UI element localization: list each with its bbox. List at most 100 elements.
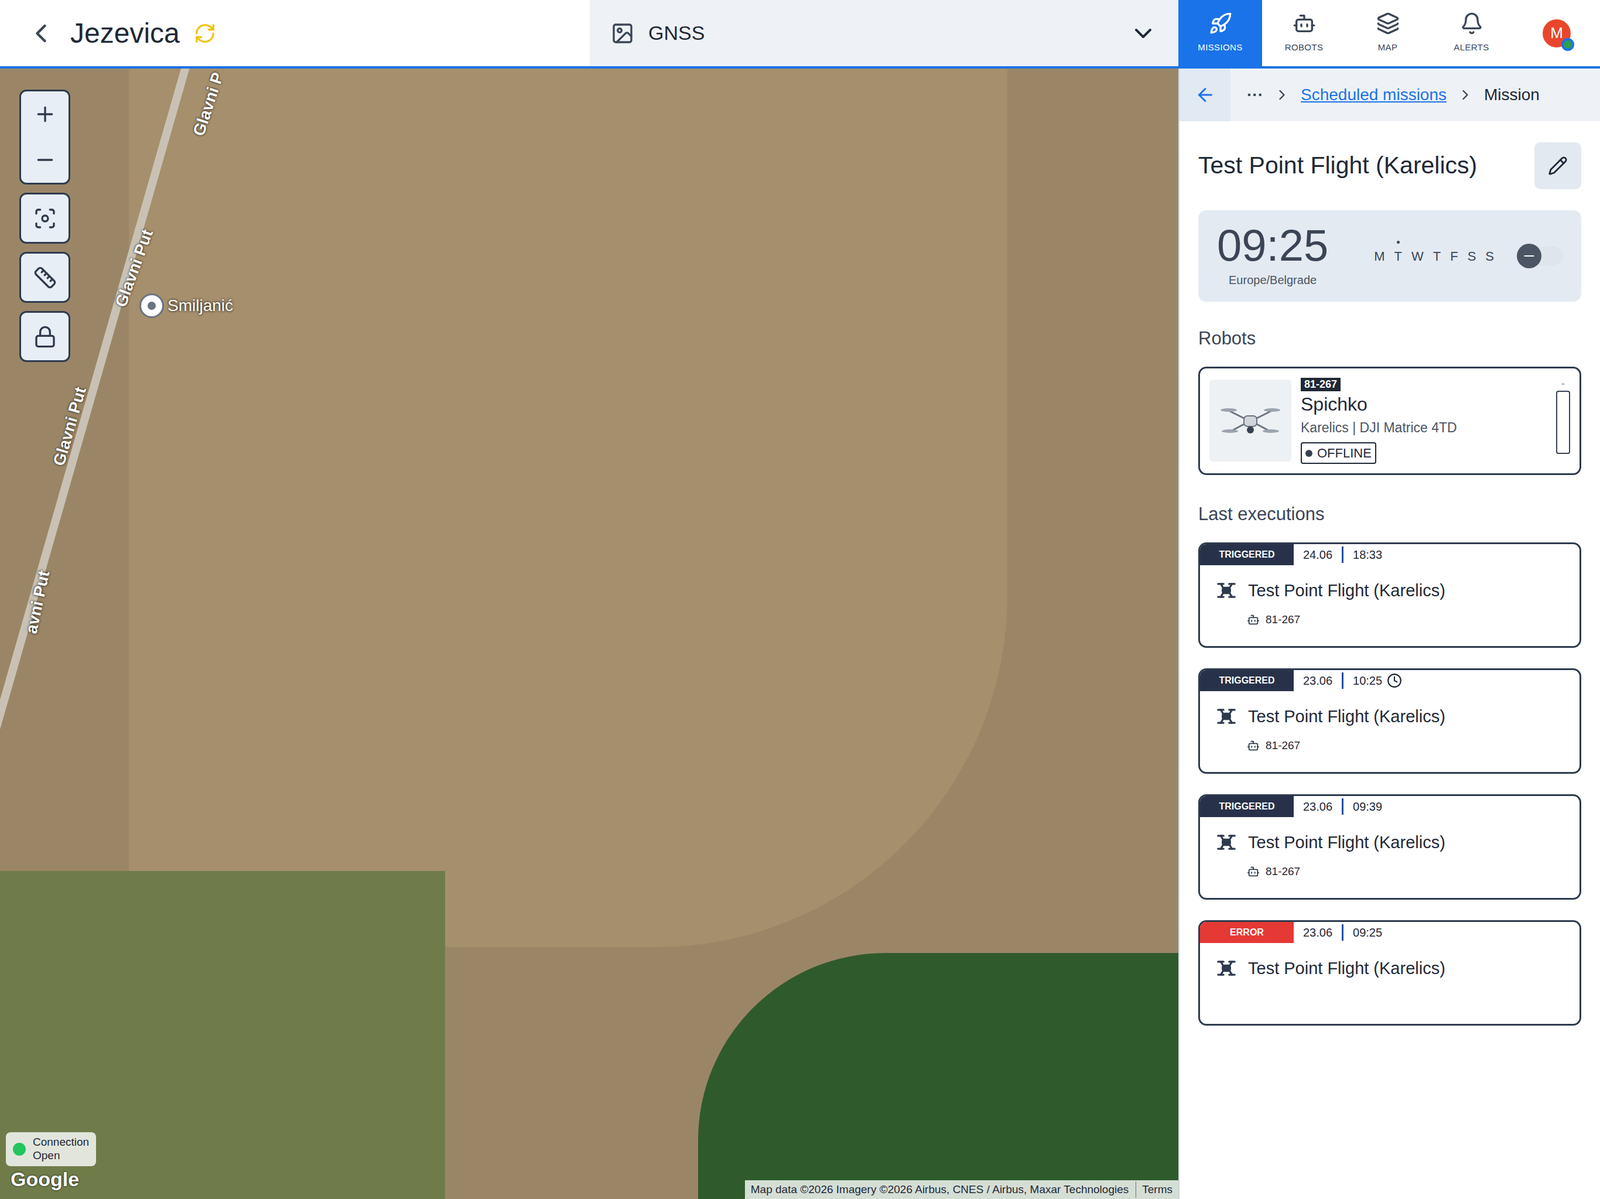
back-icon[interactable] xyxy=(25,18,57,49)
user-avatar[interactable]: M xyxy=(1542,19,1571,48)
nav-item[interactable]: MISSIONS xyxy=(1178,0,1263,67)
schedule-days: MTWTFSS xyxy=(1373,246,1494,266)
execution-title: Test Point Flight (Karelics) xyxy=(1248,955,1446,982)
schedule-time: 09:25 xyxy=(1216,223,1329,268)
chevron-right-icon xyxy=(1457,86,1474,104)
breadcrumb-item[interactable]: Scheduled missions xyxy=(1300,82,1447,108)
execution-date: 23.06 xyxy=(1293,797,1342,816)
execution-title: Test Point Flight (Karelics) xyxy=(1248,578,1446,604)
execution-status: TRIGGERED xyxy=(1200,669,1294,692)
execution-card[interactable]: TRIGGERED23.0610:25Test Point Flight (Ka… xyxy=(1198,668,1582,774)
date-separator xyxy=(1341,798,1344,815)
toggle-knob xyxy=(1516,243,1542,269)
breadcrumb: ··· Scheduled missions Mission xyxy=(1179,68,1600,122)
battery-reading: - xyxy=(1561,378,1565,389)
execution-card[interactable]: ERROR23.0609:25Test Point Flight (Kareli… xyxy=(1198,920,1582,1026)
edit-button[interactable] xyxy=(1534,142,1582,190)
drone-icon xyxy=(1215,831,1238,854)
execution-robot: 81-267 xyxy=(1265,863,1301,881)
schedule-timezone: Europe/Belgrade xyxy=(1228,271,1317,289)
drone-icon xyxy=(1215,956,1238,980)
zoom-in-button[interactable] xyxy=(21,91,69,138)
robot-icon xyxy=(1246,739,1260,752)
day: T xyxy=(1433,246,1441,266)
execution-card[interactable]: TRIGGERED24.0618:33Test Point Flight (Ka… xyxy=(1198,542,1582,648)
site-title: Jezevica xyxy=(70,12,180,55)
robot-details: Karelics | DJI Matrice 4TD xyxy=(1300,417,1458,439)
map-controls xyxy=(19,89,71,362)
execution-status: ERROR xyxy=(1200,921,1294,943)
day: M xyxy=(1373,246,1385,266)
pin-icon xyxy=(139,293,164,319)
zoom-control xyxy=(19,89,71,185)
map-attribution: Map data ©2026 Imagery ©2026 Airbus, CNE… xyxy=(744,1180,1179,1199)
layer-label: GNSS xyxy=(648,18,705,49)
status-dot xyxy=(1305,449,1313,457)
minus-icon xyxy=(33,148,57,172)
map-pin[interactable]: Smiljanić xyxy=(139,293,234,319)
image-icon xyxy=(610,21,635,46)
map-tool-button[interactable] xyxy=(19,192,71,244)
attribution-text: Map data ©2026 Imagery ©2026 Airbus, CNE… xyxy=(750,1181,1130,1199)
site-header: Jezevica GNSS xyxy=(0,0,1179,69)
breadcrumb-more[interactable]: ··· xyxy=(1246,82,1264,108)
sync-icon[interactable] xyxy=(193,22,217,45)
schedule-card: 09:25 Europe/Belgrade MTWTFSS xyxy=(1198,210,1582,302)
map-tool-icon xyxy=(33,325,57,349)
minus-icon xyxy=(1521,248,1537,264)
online-dot xyxy=(1561,38,1575,51)
nav-label: ALERTS xyxy=(1453,40,1489,55)
date-separator xyxy=(1341,924,1344,941)
google-logo: Google xyxy=(10,1164,80,1195)
mission-header: Test Point Flight (Karelics) xyxy=(1198,142,1582,190)
nav-item[interactable]: ROBOTS xyxy=(1262,0,1346,67)
connection-label: Connection xyxy=(32,1135,90,1150)
mission-title: Test Point Flight (Karelics) xyxy=(1198,147,1478,184)
breadcrumb-item: Mission xyxy=(1484,82,1540,108)
arrow-left-icon xyxy=(1194,84,1216,106)
layer-select[interactable]: GNSS xyxy=(589,0,1179,67)
drone-icon xyxy=(1215,705,1238,728)
battery-icon xyxy=(1556,390,1571,454)
main-nav: MISSIONS ROBOTS MAP ALERTS M xyxy=(1178,0,1600,69)
map-tool-button[interactable] xyxy=(19,310,71,362)
map-field xyxy=(128,68,1008,947)
zoom-out-button[interactable] xyxy=(21,137,69,183)
road-label: avni Put xyxy=(19,568,57,636)
terms-link[interactable]: Terms xyxy=(1135,1181,1173,1199)
date-separator xyxy=(1341,672,1344,689)
execution-card[interactable]: TRIGGERED23.0609:39Test Point Flight (Ka… xyxy=(1198,794,1582,900)
day: T xyxy=(1394,246,1403,266)
execution-title: Test Point Flight (Karelics) xyxy=(1248,829,1446,856)
user-area: M xyxy=(1513,0,1600,67)
robots-title: Robots xyxy=(1198,325,1582,353)
chevron-right-icon xyxy=(1273,86,1291,104)
robot-card[interactable]: 81-267SpichkoKarelics | DJI Matrice 4TDO… xyxy=(1198,366,1582,476)
panel-back-button[interactable] xyxy=(1179,68,1231,122)
nav-item[interactable]: MAP xyxy=(1345,0,1430,67)
nav-icon xyxy=(1376,11,1400,36)
pin-label: Smiljanić xyxy=(167,293,234,319)
robot-id-badge: 81-267 xyxy=(1300,377,1341,392)
drone-picture-icon xyxy=(1218,397,1283,444)
robot-image xyxy=(1209,379,1292,462)
connection-state: Open xyxy=(32,1149,90,1163)
nav-label: MISSIONS xyxy=(1197,40,1243,55)
map-tool-button[interactable] xyxy=(19,251,71,303)
plus-icon xyxy=(33,102,57,126)
execution-title: Test Point Flight (Karelics) xyxy=(1248,703,1446,730)
pencil-icon xyxy=(1547,155,1568,176)
schedule-toggle[interactable] xyxy=(1519,246,1563,266)
execution-time: 18:33 xyxy=(1343,545,1392,564)
map[interactable]: Glavni PGlavni PutGlavni Putavni PutSmil… xyxy=(0,68,1179,1199)
executions-list: TRIGGERED24.0618:33Test Point Flight (Ka… xyxy=(1198,542,1582,1026)
robot-icon xyxy=(1246,865,1260,878)
executions-title: Last executions xyxy=(1198,500,1582,529)
execution-time: 10:25 xyxy=(1343,671,1392,690)
chevron-down-icon xyxy=(1129,19,1158,48)
nav-item[interactable]: ALERTS xyxy=(1429,0,1514,67)
robot-status: OFFLINE xyxy=(1300,442,1377,464)
nav-label: MAP xyxy=(1378,40,1398,55)
execution-time: 09:39 xyxy=(1343,797,1392,816)
execution-time: 09:25 xyxy=(1343,923,1392,942)
